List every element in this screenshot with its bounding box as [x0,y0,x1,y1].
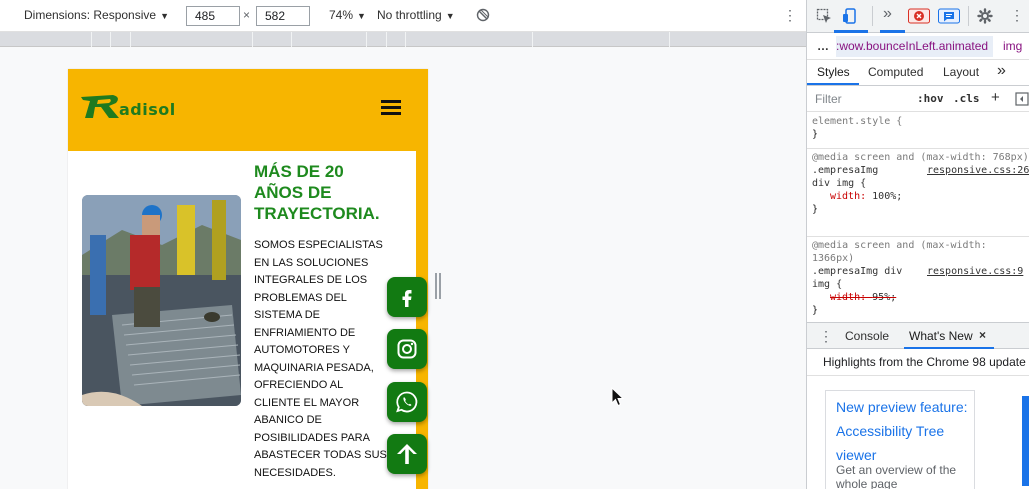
breadcrumb: … :wow.bounceInLeft.animated img [807,33,1029,60]
caret-down-icon: ▼ [445,11,455,21]
highlights-text: Highlights from the Chrome 98 update [823,355,1026,369]
devtools-panel: » ⋮ …:wow.bounceInLeft.animated img Sty… [806,0,1029,489]
scroll-top-button[interactable] [387,434,427,474]
source-link[interactable]: responsive.css:26 [927,164,1029,177]
css-property[interactable]: width [830,292,860,303]
feature-image [1022,396,1029,486]
height-input[interactable] [256,6,310,26]
close-icon[interactable]: × [979,328,986,342]
section-body: SOMOS ESPECIALISTAS EN LAS SOLUCIONES IN… [254,239,387,479]
rule-selector: .empresaImg [812,165,879,176]
cls-toggle[interactable]: .cls [953,92,980,105]
element-style-rule[interactable]: element.style { } [807,115,1029,149]
logo-text: adisol [119,100,176,119]
messages-icon[interactable] [938,8,960,24]
throttling-label: No throttling [377,8,442,22]
arrow-up-icon [397,444,417,464]
tab-layout[interactable]: Layout [943,65,979,79]
tab-whats-new[interactable]: What's New [909,329,973,343]
tab-computed[interactable]: Computed [868,65,923,79]
media-rule-1366[interactable]: @media screen and (max-width: 1366px) .e… [807,239,1029,325]
hov-toggle[interactable]: :hov [917,92,944,105]
breadcrumb-selected[interactable]: :wow.bounceInLeft.animated [836,39,988,53]
rule-close: } [812,129,819,140]
element-style-selector: element.style { [812,116,903,127]
drawer-menu-icon[interactable]: ⋮ [819,328,833,345]
feature-card[interactable]: New preview feature: Accessibility Tree … [825,390,975,489]
devtools-toolbar: » ⋮ [807,0,1029,33]
emulated-page: adisol MÁS DE 20 AÑOS DE TRAYECTORIA. SO… [68,69,428,489]
menu-hamburger-icon[interactable] [381,100,401,116]
mouse-cursor-icon [611,387,625,407]
whats-new-content: New preview feature: Accessibility Tree … [807,376,1029,489]
instagram-icon [397,339,417,359]
tab-styles[interactable]: Styles [817,65,850,79]
device-toggle-icon[interactable] [842,8,858,24]
style-rules: element.style { } @media screen and (max… [807,112,1029,322]
media-query: @media screen and (max-width: 768px) [812,152,1029,163]
dimensions-label: Dimensions: Responsive [24,8,157,22]
logo-r-icon [81,95,119,118]
media-query: @media screen and (max-width: 1366px) [812,240,987,264]
rule-close: } [812,204,819,215]
css-value[interactable]: 95%; [872,292,896,303]
site-header: adisol [68,69,428,151]
toolbar-divider [968,6,969,26]
styles-filter-bar: Filter :hov .cls + [807,86,1029,112]
toggle-sidebar-icon[interactable] [1015,92,1029,106]
toolbar-divider [872,6,873,26]
facebook-button[interactable] [387,277,427,317]
section-title: MÁS DE 20 AÑOS DE TRAYECTORIA. [254,162,380,223]
rule-selector-2: div img { [812,178,867,189]
more-tabs-icon[interactable]: » [883,5,892,23]
rule-close: } [812,305,819,316]
caret-down-icon: ▼ [357,11,366,21]
viewport-resize-handle[interactable] [435,273,441,299]
highlights-header: Highlights from the Chrome 98 update [807,349,1029,376]
rotate-icon[interactable] [476,8,490,22]
gear-icon[interactable] [977,8,993,24]
caret-down-icon: ▼ [160,11,169,21]
breadcrumb-overflow[interactable]: … [817,39,829,53]
worker-photo [82,195,241,406]
css-property[interactable]: width [830,191,860,202]
drawer-tabs: ⋮ Console What's New × [807,322,1029,349]
device-toolbar: Dimensions: Responsive▼ × 74%▼ No thrott… [0,0,806,32]
media-rule-768[interactable]: @media screen and (max-width: 768px) .em… [807,151,1029,237]
media-query-ruler[interactable] [0,32,806,47]
breadcrumb-img[interactable]: img [1003,39,1022,53]
instagram-button[interactable] [387,329,427,369]
new-rule-icon[interactable]: + [991,89,1000,106]
zoom-dropdown[interactable]: 74% ▼ [329,8,366,22]
filter-input[interactable]: Filter [815,92,842,106]
devtools-menu-icon[interactable]: ⋮ [1010,7,1024,24]
zoom-label: 74% [329,8,354,22]
dimensions-dropdown[interactable]: Dimensions: Responsive ▼ [24,8,169,22]
rule-selector: .empresaImg div [812,266,903,277]
more-options-icon[interactable]: ⋮ [783,6,797,24]
tab-more-icon[interactable]: » [997,62,1006,80]
css-value[interactable]: 100%; [872,191,902,202]
throttling-dropdown[interactable]: No throttling ▼ [377,8,455,22]
feature-description: Get an overview of the whole page [836,463,957,489]
site-logo[interactable]: adisol [81,94,196,122]
source-link[interactable]: responsive.css:9 [927,265,1023,278]
inspect-element-icon[interactable] [816,8,832,24]
tab-active-underline [807,83,859,85]
tab-console[interactable]: Console [845,329,889,343]
styles-tabs: Styles Computed Layout » [807,60,1029,86]
whatsapp-icon [396,391,418,413]
feature-link[interactable]: New preview feature: Accessibility Tree … [836,395,974,467]
rule-selector-2: img { [812,279,843,290]
errors-icon[interactable] [908,8,930,24]
device-viewport: adisol MÁS DE 20 AÑOS DE TRAYECTORIA. SO… [0,47,806,489]
whatsapp-button[interactable] [387,382,427,422]
width-input[interactable] [186,6,240,26]
times-separator: × [243,8,251,22]
facebook-icon [402,290,412,307]
company-section: MÁS DE 20 AÑOS DE TRAYECTORIA. SOMOS ESP… [68,151,416,489]
